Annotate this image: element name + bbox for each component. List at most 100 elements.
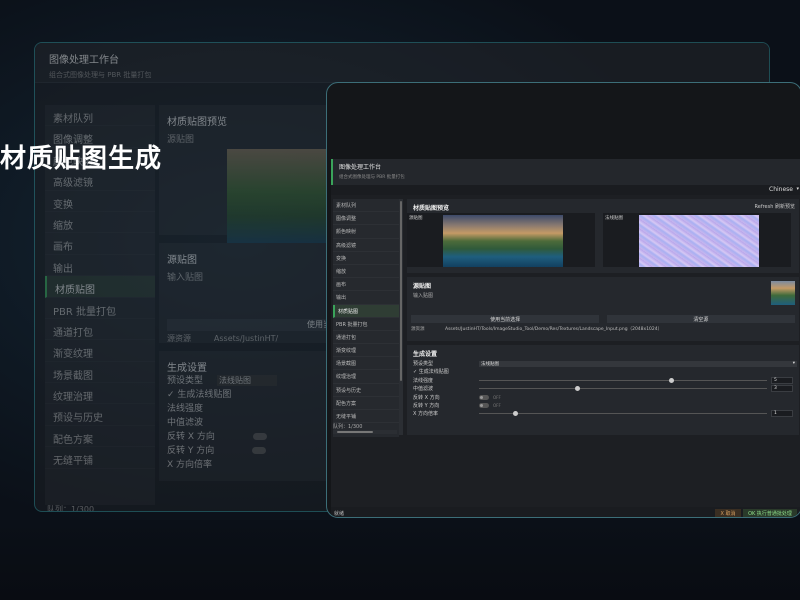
bg-queue-count: 队列：1/300	[47, 505, 95, 512]
status-text: 就绪	[334, 511, 345, 517]
floor-reflection	[0, 520, 800, 600]
main-panel: 材质贴图预览 Refresh 刷新预览 源贴图 法线贴图 源贴图 输入贴图 使用…	[407, 199, 799, 437]
bg-source-input-label: 输入贴图	[167, 273, 204, 283]
source-preview-image	[443, 215, 563, 267]
language-bar: Chinese ▾	[331, 185, 800, 195]
source-preview-pane: 源贴图	[407, 213, 595, 267]
normal-preview-label: 法线贴图	[605, 216, 623, 221]
x-scale-slider[interactable]	[479, 411, 767, 417]
bg-preview-heading: 材质贴图预览	[167, 117, 227, 128]
refresh-preview-button[interactable]: Refresh 刷新预览	[755, 203, 795, 210]
generate-section: 生成设置 预设类型 法线贴图▾ ✓ 生成法线贴图 法线强度 5 中值滤波 3	[407, 345, 799, 435]
bg-preview-image	[227, 149, 327, 245]
run-batch-button[interactable]: OK 执行普通批处理	[743, 509, 797, 517]
use-current-selection-button[interactable]: 使用当前选择	[411, 315, 600, 323]
sidebar-item[interactable]: 素材队列	[333, 199, 399, 213]
bg-xscale-row: X 方向倍率	[167, 460, 213, 470]
status-bar: 就绪 X 取消 OK 执行普通批处理	[331, 507, 800, 517]
flip-y-toggle[interactable]	[479, 402, 489, 408]
bg-flipx-row: 反转 X 方向	[167, 429, 351, 443]
source-thumbnail[interactable]	[771, 281, 795, 305]
app-subtitle: 组合式图像处理与 PBR 批量打包	[339, 175, 405, 180]
normal-strength-field[interactable]: 5	[771, 376, 793, 384]
normal-strength-row: 法线强度 5	[413, 376, 793, 385]
source-section: 源贴图 输入贴图 使用当前选择 清空源 源资源 Assets/JustinHT/…	[407, 277, 799, 341]
language-select[interactable]: Chinese	[769, 186, 793, 193]
bg-sidebar-item: 画布	[45, 233, 155, 255]
bg-checkbox-row: ✓ 生成法线贴图	[167, 390, 232, 400]
source-preview-label: 源贴图	[409, 216, 423, 221]
sidebar-item[interactable]: 材质贴图	[333, 304, 399, 318]
bg-sidebar-item: 无缝平铺	[45, 447, 155, 469]
preview-section: 材质贴图预览 Refresh 刷新预览 源贴图 法线贴图	[407, 199, 799, 273]
bg-sidebar-item: 配色方案	[45, 426, 155, 448]
bg-app-title: 图像处理工作台	[49, 55, 119, 66]
flip-y-row: 反转 Y 方向 OFF	[413, 402, 501, 409]
sidebar-item[interactable]: 配色方案	[333, 397, 399, 410]
sidebar-item[interactable]: 通道打包	[333, 331, 399, 345]
input-texture-label: 输入贴图	[413, 293, 434, 299]
sidebar-hscrollbar[interactable]	[333, 430, 397, 434]
sidebar: 素材队列 图像调整 颜色映射 高级滤镜 变换 缩放 画布 输出 材质贴图 PBR 批量打包 通道打包…	[333, 199, 399, 437]
sidebar-item[interactable]: 图像调整	[333, 212, 399, 226]
bg-use-current-button: 使用当前选	[167, 319, 351, 331]
normal-preview-image	[639, 215, 759, 267]
x-scale-row: X 方向倍率 1	[413, 410, 793, 418]
median-slider[interactable]	[479, 386, 767, 392]
sidebar-vscrollbar[interactable]	[399, 199, 403, 435]
normal-strength-slider[interactable]	[479, 377, 767, 383]
bg-sidebar-item: 场景截图	[45, 362, 155, 384]
sidebar-item[interactable]: 场景截图	[333, 357, 399, 371]
preset-select[interactable]: 法线贴图 ▾	[479, 361, 797, 367]
median-field[interactable]: 3	[771, 385, 793, 393]
generate-heading: 生成设置	[413, 351, 438, 358]
sidebar-item[interactable]: 渐变纹理	[333, 344, 399, 358]
flip-x-row: 反转 X 方向 OFF	[413, 394, 501, 401]
preview-heading: 材质贴图预览	[413, 205, 450, 212]
sidebar-item[interactable]: 输出	[333, 291, 399, 305]
bg-sidebar-item: 素材队列	[45, 105, 155, 127]
bg-sidebar-item: 缩放	[45, 212, 155, 234]
sidebar-item[interactable]: 无缝平铺	[333, 410, 399, 424]
source-path-value: Assets/JustinHT/Tools/ImageStudio_Tool/D…	[445, 327, 663, 332]
x-scale-field[interactable]: 1	[771, 410, 793, 418]
generate-normal-checkbox[interactable]: ✓ 生成法线贴图	[413, 368, 793, 376]
sidebar-item[interactable]: 画布	[333, 278, 399, 292]
bg-generate-heading: 生成设置	[167, 363, 207, 374]
cancel-button[interactable]: X 取消	[715, 509, 741, 517]
clear-source-button[interactable]: 清空源	[606, 315, 795, 323]
app-window: 图像处理工作台 组合式图像处理与 PBR 批量打包 Chinese ▾ 素材队列…	[331, 159, 800, 517]
bg-sidebar-item: 渐变纹理	[45, 340, 155, 362]
sidebar-item[interactable]: 变换	[333, 252, 399, 265]
bg-sidebar-item: 输出	[45, 255, 155, 277]
source-path-label: 源资源	[411, 327, 425, 332]
tablet-frame: 图像处理工作台 组合式图像处理与 PBR 批量打包 Chinese ▾ 素材队列…	[326, 82, 800, 518]
sidebar-item[interactable]: PBR 批量打包	[333, 318, 399, 331]
bg-app-subtitle: 组合式图像处理与 PBR 批量打包	[49, 71, 152, 79]
hero-title: 材质贴图生成	[0, 144, 163, 174]
sidebar-item[interactable]: 高级滤镜	[333, 239, 399, 252]
app-title: 图像处理工作台	[339, 164, 382, 171]
sidebar-item[interactable]: 纹理治理	[333, 370, 399, 384]
source-buttons: 使用当前选择 清空源	[411, 315, 795, 323]
median-row: 中值滤波 3	[413, 385, 793, 393]
bg-sidebar-item: 通道打包	[45, 319, 155, 341]
bg-sidebar-item: 纹理治理	[45, 383, 155, 405]
bg-source-path: 源资源 Assets/JustinHT/	[167, 334, 279, 343]
bg-flipy-row: 反转 Y 方向	[167, 443, 351, 457]
bg-sidebar-item: 变换	[45, 191, 155, 212]
bg-preview-source-label: 源贴图	[167, 135, 195, 145]
chevron-down-icon[interactable]: ▾	[796, 186, 799, 192]
bg-strength-row: 法线强度	[167, 404, 204, 414]
bg-sidebar-item: 材质贴图	[45, 276, 155, 298]
sidebar-item[interactable]: 颜色映射	[333, 225, 399, 239]
queue-count: 队列：1/300	[333, 424, 363, 430]
bg-header: 图像处理工作台 组合式图像处理与 PBR 批量打包	[35, 43, 769, 83]
sidebar-item[interactable]: 缩放	[333, 265, 399, 279]
source-heading: 源贴图	[413, 283, 432, 290]
app-header: 图像处理工作台 组合式图像处理与 PBR 批量打包	[331, 159, 800, 185]
flip-x-toggle[interactable]	[479, 394, 489, 400]
bg-median-row: 中值滤波	[167, 418, 204, 428]
sidebar-item[interactable]: 预设与历史	[333, 384, 399, 397]
bg-preset-row: 预设类型 法线贴图	[167, 373, 351, 387]
